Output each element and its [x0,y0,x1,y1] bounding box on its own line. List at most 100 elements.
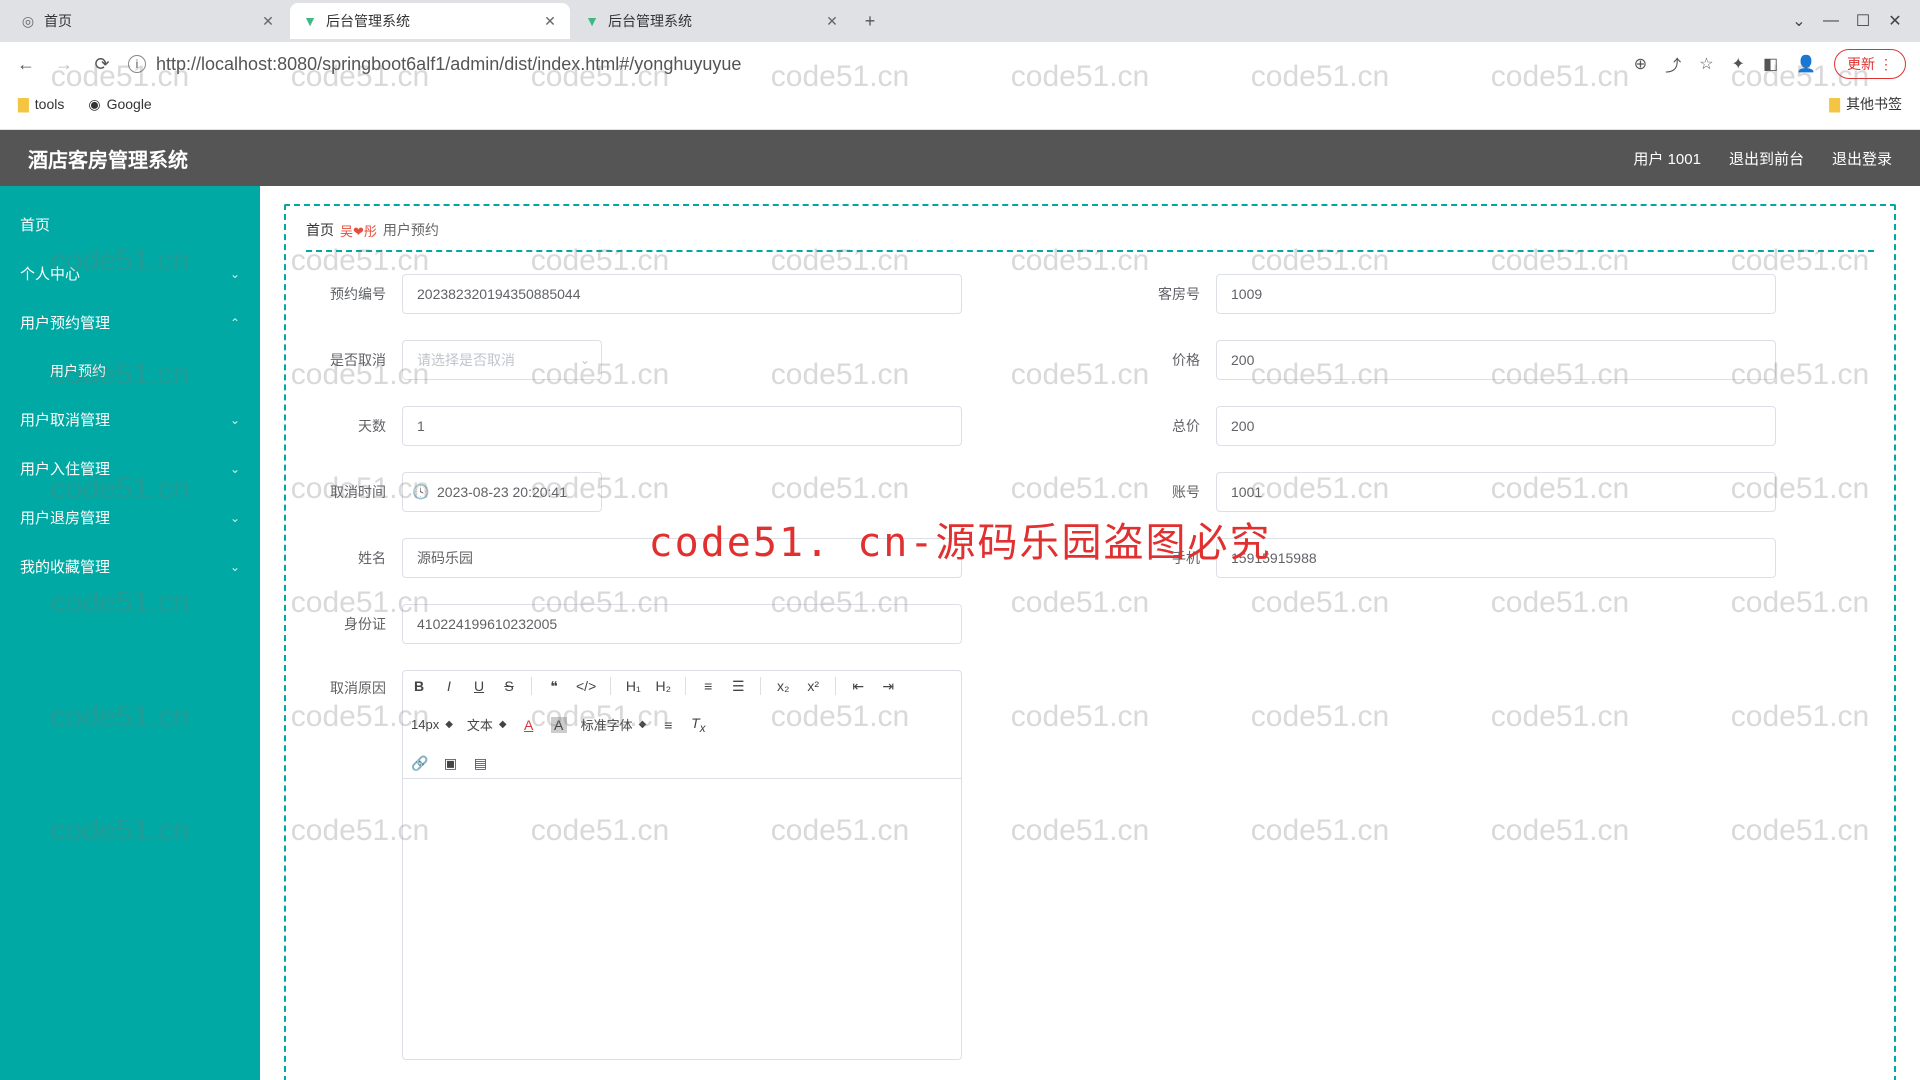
calendar-icon: 🕓 [412,484,429,501]
font-family-select[interactable]: 标准字体◆ [581,715,647,734]
sidebar-item-checkin-mgmt[interactable]: 用户入住管理⌄ [0,444,260,493]
url-box[interactable]: i http://localhost:8080/springboot6alf1/… [128,54,1620,75]
italic-icon[interactable]: I [441,678,457,694]
indent-decrease-icon[interactable]: ⇤ [850,678,866,695]
separator [760,677,761,695]
profile-icon[interactable]: 👤 [1796,54,1816,74]
header-user[interactable]: 用户 1001 [1633,148,1701,169]
h2-icon[interactable]: H₂ [655,678,671,694]
breadcrumb: 首页 吴❤彤 用户预约 [306,220,1874,252]
back-icon[interactable]: ← [14,54,38,75]
chevron-down-icon: ⌄ [230,267,240,281]
input-cancel-time[interactable] [402,472,602,512]
heading-select[interactable]: 文本◆ [467,715,507,734]
share-icon[interactable]: ⤴ [1665,52,1681,76]
reload-icon[interactable]: ⟳ [90,54,114,75]
link-icon[interactable]: 🔗 [411,755,428,772]
separator [610,677,611,695]
input-price[interactable] [1216,340,1776,380]
list-ordered-icon[interactable]: ≡ [700,678,716,694]
url-text: http://localhost:8080/springboot6alf1/ad… [156,54,741,75]
h1-icon[interactable]: H₁ [625,678,641,694]
new-tab-button[interactable]: + [854,5,886,37]
indent-increase-icon[interactable]: ⇥ [880,678,896,695]
separator [531,677,532,695]
editor-content[interactable] [403,779,961,1059]
sidebar-item-booking[interactable]: 用户预约 [0,347,260,395]
bookmarks-bar: ▇tools ◉Google ▇其他书签 [0,86,1920,122]
app-header: 酒店客房管理系统 用户 1001 退出到前台 退出登录 [0,130,1920,186]
rich-editor: B I U S ❝ </> H₁ H₂ ≡ ☰ [402,670,962,1060]
image-icon[interactable]: ▣ [442,755,458,772]
list-unordered-icon[interactable]: ☰ [730,678,746,695]
close-icon[interactable]: ✕ [542,13,558,29]
logout-button[interactable]: 退出登录 [1832,148,1892,169]
bookmark-google[interactable]: ◉Google [88,96,151,113]
quote-icon[interactable]: ❝ [546,678,562,695]
folder-icon: ▇ [18,96,29,113]
maximize-icon[interactable]: ☐ [1856,14,1870,28]
minimize-icon[interactable]: — [1824,14,1838,28]
input-account[interactable] [1216,472,1776,512]
star-icon[interactable]: ☆ [1699,54,1713,74]
editor-toolbar: B I U S ❝ </> H₁ H₂ ≡ ☰ [403,671,961,779]
chevron-up-icon: ⌃ [230,316,240,330]
browser-tab-0[interactable]: ◎ 首页 ✕ [8,3,288,39]
browser-tab-1[interactable]: ▼ 后台管理系统 ✕ [290,3,570,39]
separator [685,677,686,695]
tab-title: 首页 [44,11,260,31]
close-icon[interactable]: ✕ [824,13,840,29]
sidepanel-icon[interactable]: ◧ [1763,54,1778,74]
tab-title: 后台管理系统 [326,11,542,31]
sidebar-item-checkout-mgmt[interactable]: 用户退房管理⌄ [0,493,260,542]
select-cancelled[interactable] [402,340,602,380]
to-front-button[interactable]: 退出到前台 [1729,148,1804,169]
strike-icon[interactable]: S [501,678,517,694]
chevron-down-icon: ⌄ [230,462,240,476]
font-color-icon[interactable]: A [521,717,537,733]
bold-icon[interactable]: B [411,678,427,694]
close-icon[interactable]: ✕ [260,13,276,29]
tabs-bar: ◎ 首页 ✕ ▼ 后台管理系统 ✕ ▼ 后台管理系统 ✕ + ⌄ — ☐ ✕ [0,0,1920,42]
site-info-icon[interactable]: i [128,55,146,73]
extensions-icon[interactable]: ✦ [1732,54,1745,74]
zoom-icon[interactable]: ⊕ [1634,54,1647,74]
clear-format-icon[interactable]: Tx [690,715,706,735]
bookmark-tools[interactable]: ▇tools [18,96,64,113]
sidebar-item-cancel-mgmt[interactable]: 用户取消管理⌄ [0,395,260,444]
label-account: 账号 [1120,482,1200,502]
bg-color-icon[interactable]: A [551,717,567,733]
input-room-no[interactable] [1216,274,1776,314]
sidebar-item-booking-mgmt[interactable]: 用户预约管理⌃ [0,298,260,347]
superscript-icon[interactable]: x² [805,678,821,694]
input-total[interactable] [1216,406,1776,446]
label-name: 姓名 [306,548,386,568]
separator [835,677,836,695]
input-days[interactable] [402,406,962,446]
sidebar-item-profile[interactable]: 个人中心⌄ [0,249,260,298]
input-booking-no[interactable] [402,274,962,314]
label-booking-no: 预约编号 [306,284,386,304]
close-window-icon[interactable]: ✕ [1888,14,1902,28]
update-button[interactable]: 更新⋮ [1834,49,1906,79]
label-room-no: 客房号 [1120,284,1200,304]
underline-icon[interactable]: U [471,678,487,694]
forward-icon[interactable]: → [52,54,76,75]
breadcrumb-sep: 吴❤彤 [340,221,377,240]
font-size-select[interactable]: 14px◆ [411,717,453,732]
breadcrumb-home[interactable]: 首页 [306,220,334,240]
bookmark-other[interactable]: ▇其他书签 [1829,94,1902,114]
input-phone[interactable] [1216,538,1776,578]
code-icon[interactable]: </> [576,678,596,694]
sidebar-item-favorites-mgmt[interactable]: 我的收藏管理⌄ [0,542,260,591]
input-name[interactable] [402,538,962,578]
sidebar-item-home[interactable]: 首页 [0,200,260,249]
chevron-down-icon[interactable]: ⌄ [1792,14,1806,28]
align-icon[interactable]: ≡ [660,717,676,733]
browser-tab-2[interactable]: ▼ 后台管理系统 ✕ [572,3,852,39]
input-id-card[interactable] [402,604,962,644]
google-icon: ◉ [88,96,100,113]
label-total: 总价 [1120,416,1200,436]
video-icon[interactable]: ▤ [472,755,488,772]
subscript-icon[interactable]: x₂ [775,678,791,694]
